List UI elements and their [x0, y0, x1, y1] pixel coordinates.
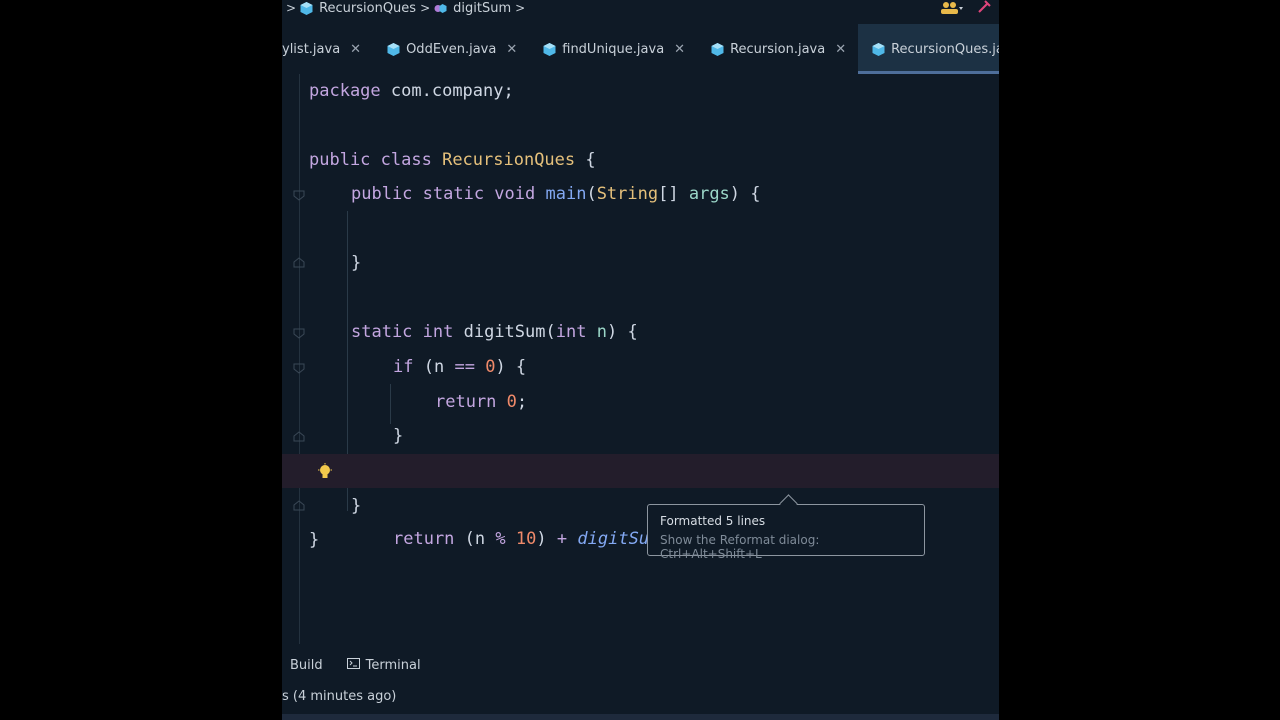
close-icon[interactable]: ✕ — [674, 42, 685, 57]
code-token: return — [435, 392, 497, 412]
terminal-button[interactable]: Terminal — [346, 657, 421, 673]
code-token: package — [309, 81, 381, 101]
java-class-icon — [872, 42, 885, 56]
code-line: } — [282, 246, 999, 280]
lightbulb-icon[interactable] — [317, 463, 333, 481]
code-token: ; — [516, 392, 528, 412]
code-token: } — [351, 496, 362, 516]
hammer-icon[interactable] — [977, 0, 991, 18]
code-line: return 0; — [282, 385, 999, 419]
code-token: 0 — [506, 392, 517, 412]
code-token: } — [393, 426, 404, 446]
build-label: Build — [290, 657, 323, 673]
java-class-icon — [387, 42, 400, 56]
code-token: main — [545, 184, 587, 204]
breadcrumb-item-class[interactable]: RecursionQues — [319, 1, 416, 16]
java-class-icon — [543, 42, 556, 56]
code-token: [] — [658, 184, 679, 204]
code-line: static int digitSum(int n) { — [351, 322, 638, 342]
tab-ylist[interactable]: ylist.java ✕ — [282, 24, 373, 74]
code-token: ) { — [606, 322, 638, 342]
editor-tabs: ylist.java ✕ OddEven.java ✕ findUnique.j… — [282, 24, 999, 74]
code-token: n — [596, 322, 607, 342]
code-line: public class RecursionQues { — [282, 143, 999, 177]
code-token: static int — [351, 322, 454, 342]
code-token: public class — [309, 150, 432, 170]
user-group-icon[interactable] — [941, 0, 963, 18]
chevron-right-icon: > — [515, 1, 526, 15]
chevron-right-icon: > — [286, 1, 297, 15]
reformat-dialog-link[interactable]: Show the Reformat dialog: Ctrl+Alt+Shift… — [660, 533, 924, 561]
chevron-right-icon: > — [420, 1, 431, 15]
tab-findunique[interactable]: findUnique.java ✕ — [529, 24, 697, 74]
code-token: String — [596, 184, 659, 204]
tab-label: findUnique.java — [562, 41, 665, 57]
code-token: { — [585, 150, 596, 170]
top-right-toolbar — [941, 0, 991, 16]
code-token: ) { — [495, 357, 527, 377]
code-token: } — [309, 530, 320, 550]
code-line: if (n == 0) { — [282, 350, 999, 384]
code-token: } — [351, 253, 362, 273]
code-token: 0 — [485, 357, 496, 377]
tab-label: OddEven.java — [406, 41, 497, 57]
close-icon[interactable]: ✕ — [350, 42, 361, 57]
breadcrumb: > RecursionQues > digitSum > — [282, 0, 999, 16]
code-line-current: return (n % 10) + digitSum( n: n / 10); — [282, 454, 999, 549]
code-token: if — [393, 357, 414, 377]
code-line: } — [282, 419, 999, 453]
tab-recursion[interactable]: Recursion.java ✕ — [697, 24, 858, 74]
terminal-label: Terminal — [365, 657, 421, 673]
tab-label: ylist.java — [282, 41, 341, 57]
code-line: public static void main(String[] args) { — [351, 184, 761, 204]
status-bar: s (4 minutes ago) — [282, 686, 396, 706]
java-class-icon — [300, 1, 313, 15]
ide-window: > RecursionQues > digitSum > ylist.java … — [282, 0, 999, 720]
code-token: ) { — [729, 184, 761, 204]
tab-label: Recursion.java — [730, 41, 826, 57]
tab-recursionques[interactable]: RecursionQues.java ✕ — [858, 24, 999, 74]
code-token: == — [454, 357, 475, 377]
tool-window-bar: Build Terminal — [282, 655, 421, 675]
code-token: RecursionQues — [442, 150, 576, 170]
code-token: public static void — [351, 184, 536, 204]
status-text: s (4 minutes ago) — [282, 688, 397, 704]
code-token: com.company; — [390, 81, 514, 101]
method-icon — [434, 2, 447, 15]
build-button[interactable]: Build — [282, 658, 323, 673]
tooltip-title: Formatted 5 lines — [660, 514, 766, 528]
close-icon[interactable]: ✕ — [506, 42, 517, 57]
window-bottom-edge — [282, 714, 999, 720]
code-token: digitSum — [463, 322, 546, 342]
code-line: package com.company; — [282, 74, 999, 108]
close-icon[interactable]: ✕ — [835, 42, 846, 57]
code-token: args — [688, 184, 730, 204]
breadcrumb-item-method[interactable]: digitSum — [453, 1, 511, 16]
java-class-icon — [711, 42, 724, 56]
format-notification-tooltip: Formatted 5 lines Show the Reformat dial… — [647, 504, 925, 561]
terminal-icon — [346, 657, 360, 673]
tab-oddeven[interactable]: OddEven.java ✕ — [373, 24, 529, 74]
code-token: int — [555, 322, 587, 342]
code-token: (n — [423, 357, 445, 377]
tab-label: RecursionQues.java — [891, 41, 999, 57]
